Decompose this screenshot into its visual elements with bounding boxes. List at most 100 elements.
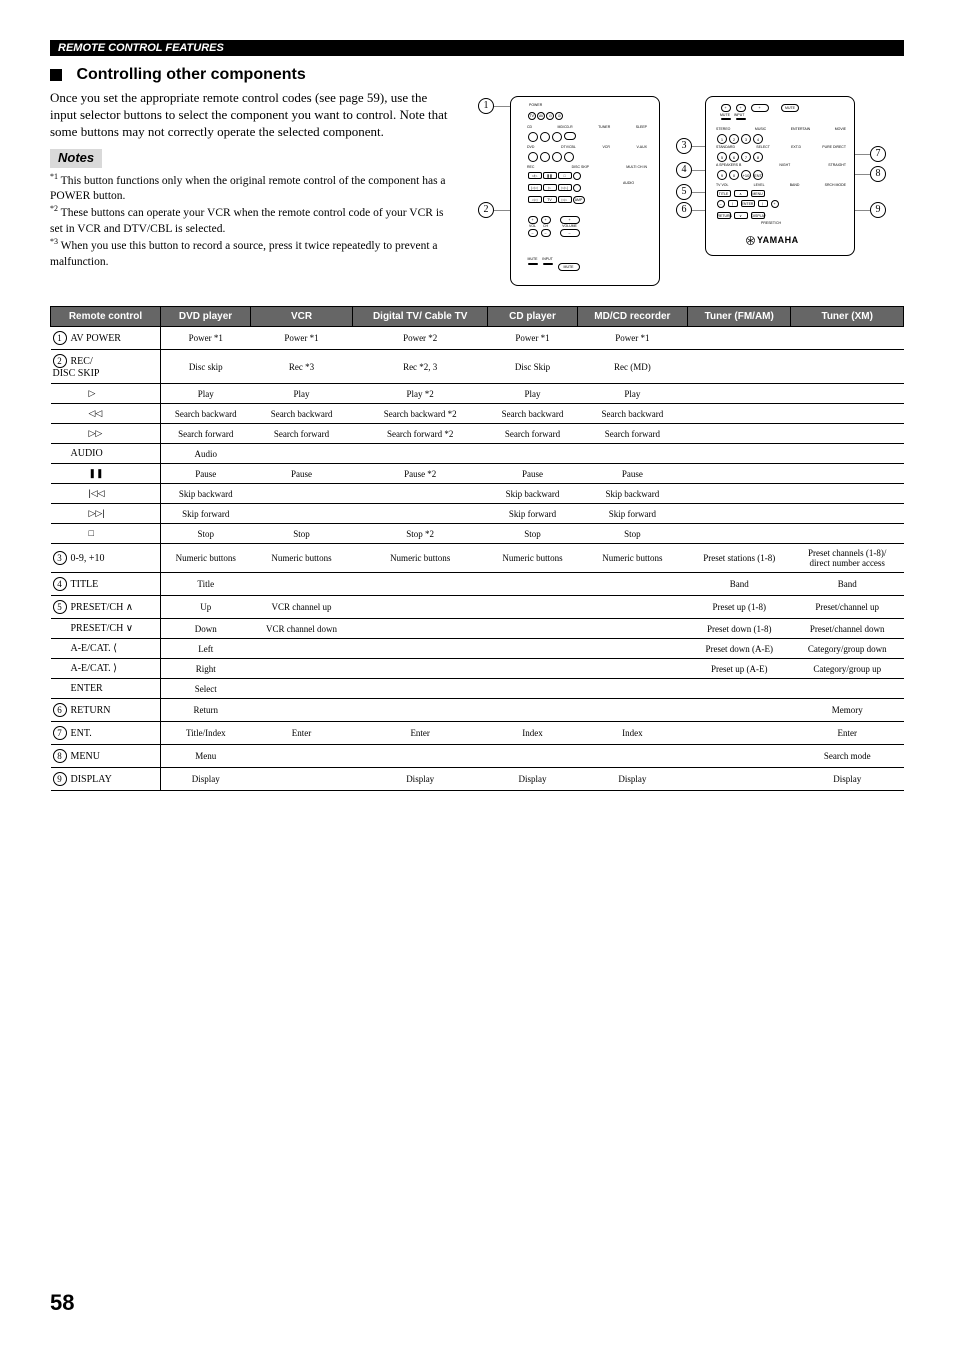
btn-cat-plus: + <box>771 200 779 208</box>
btn-extd <box>741 152 751 162</box>
data-cell: Preset/channel down <box>791 619 904 639</box>
data-cell <box>251 639 353 659</box>
lbl-stereo: STEREO <box>716 127 730 131</box>
data-cell <box>251 504 353 524</box>
data-cell: Display <box>353 768 488 791</box>
data-cell: Stop <box>251 524 353 544</box>
yamaha-logo-area: YAMAHA <box>746 235 799 245</box>
btn-menu: MENU <box>751 190 765 197</box>
lbl-srchmode: SRCH MODE <box>825 183 846 187</box>
lbl-multichin: MULTI CH IN <box>626 165 647 169</box>
btn-input-l <box>543 263 553 265</box>
rc-cell: 7ENT. <box>51 722 161 745</box>
data-cell <box>353 444 488 464</box>
th-dtv: Digital TV/ Cable TV <box>353 307 488 327</box>
btn-stereo <box>717 134 727 144</box>
data-cell: Search backward <box>251 404 353 424</box>
data-cell: Preset channels (1-8)/direct number acce… <box>791 544 904 573</box>
data-cell <box>688 327 791 350</box>
btn-pause: ❚❚ <box>543 172 557 179</box>
data-cell: Preset up (A-E) <box>688 659 791 679</box>
btn-av: AV <box>537 112 545 120</box>
lbl-standard: STANDARD <box>716 145 735 149</box>
data-cell: Right <box>161 659 251 679</box>
data-cell: Down <box>161 619 251 639</box>
rc-cell: 1AV POWER <box>51 327 161 350</box>
lbl-level: LEVEL <box>754 183 765 187</box>
section-title-text: Controlling other components <box>76 66 305 83</box>
data-cell <box>577 596 687 619</box>
btn-right: ⟩ <box>758 200 768 207</box>
feature-table: Remote control DVD player VCR Digital TV… <box>50 306 904 791</box>
btn-volume-up: + <box>560 216 580 224</box>
data-cell <box>791 384 904 404</box>
data-cell: Numeric buttons <box>161 544 251 573</box>
data-cell: Search backward <box>161 404 251 424</box>
lbl-ch: CH <box>540 224 551 228</box>
data-cell <box>488 596 577 619</box>
section-title: Controlling other components <box>50 66 904 84</box>
data-cell <box>353 745 488 768</box>
data-cell: Skip backward <box>488 484 577 504</box>
note1-text: This button functions only when the orig… <box>50 174 446 202</box>
data-cell: Power *1 <box>161 327 251 350</box>
data-cell <box>688 699 791 722</box>
data-cell: Menu <box>161 745 251 768</box>
callout-2: 2 <box>478 202 494 218</box>
data-cell <box>353 573 488 596</box>
data-cell: Power *1 <box>488 327 577 350</box>
btn-entertain <box>741 134 751 144</box>
table-row: ❚❚PausePausePause *2PausePause <box>51 464 904 484</box>
lbl-speakers: A SPEAKERS B <box>716 163 741 167</box>
lbl-volume: VOLUME <box>559 224 580 228</box>
data-cell: Play *2 <box>353 384 488 404</box>
data-cell <box>791 679 904 699</box>
rc-cell: |◁◁ <box>51 484 161 504</box>
data-cell: Preset down (A-E) <box>688 639 791 659</box>
btn-left: ⟨ <box>728 200 738 207</box>
btn-volume-dn: – <box>560 229 580 237</box>
leader-8 <box>855 174 870 175</box>
callout-4: 4 <box>676 162 692 178</box>
table-row: |◁◁Skip backwardSkip backwardSkip backwa… <box>51 484 904 504</box>
data-cell: Title <box>161 573 251 596</box>
data-cell <box>251 659 353 679</box>
data-cell <box>488 745 577 768</box>
rc-cell: PRESET/CH ∨ <box>51 619 161 639</box>
table-row: A-E/CAT. ⟨LeftPreset down (A-E)Category/… <box>51 639 904 659</box>
data-cell <box>577 699 687 722</box>
data-cell: Band <box>688 573 791 596</box>
data-cell <box>353 619 488 639</box>
data-cell <box>488 639 577 659</box>
rc-cell: ◁◁ <box>51 404 161 424</box>
lbl-tuner: TUNER <box>598 125 610 129</box>
btn-pure <box>753 152 763 162</box>
data-cell: VCR channel down <box>251 619 353 639</box>
data-cell <box>353 679 488 699</box>
data-cell <box>791 444 904 464</box>
data-cell: Skip backward <box>161 484 251 504</box>
btn-r-input <box>736 118 746 120</box>
data-cell <box>791 350 904 384</box>
data-cell <box>353 484 488 504</box>
data-cell: Skip forward <box>488 504 577 524</box>
lbl-select: SELECT <box>756 145 770 149</box>
lbl-mdcdr: MD/CD-R <box>558 125 573 129</box>
data-cell: Search backward <box>488 404 577 424</box>
btn-ch-up: + <box>541 216 551 224</box>
data-cell: Display <box>161 768 251 791</box>
btn-skipfw: ▷▷| <box>558 184 572 191</box>
leader-3 <box>692 146 705 147</box>
data-cell <box>577 679 687 699</box>
data-cell: Left <box>161 639 251 659</box>
table-row: 30-9, +10Numeric buttonsNumeric buttonsN… <box>51 544 904 573</box>
data-cell <box>688 722 791 745</box>
notes-label: Notes <box>50 149 102 168</box>
data-cell <box>251 768 353 791</box>
data-cell <box>488 619 577 639</box>
remote-right: + + + MUTE MUTE INPUT STEREO MUSIC ENTER… <box>705 96 855 256</box>
data-cell: Stop *2 <box>353 524 488 544</box>
data-cell: Search forward <box>488 424 577 444</box>
btn-stop: □ <box>558 172 572 179</box>
btn-ch-dn: – <box>541 229 551 237</box>
